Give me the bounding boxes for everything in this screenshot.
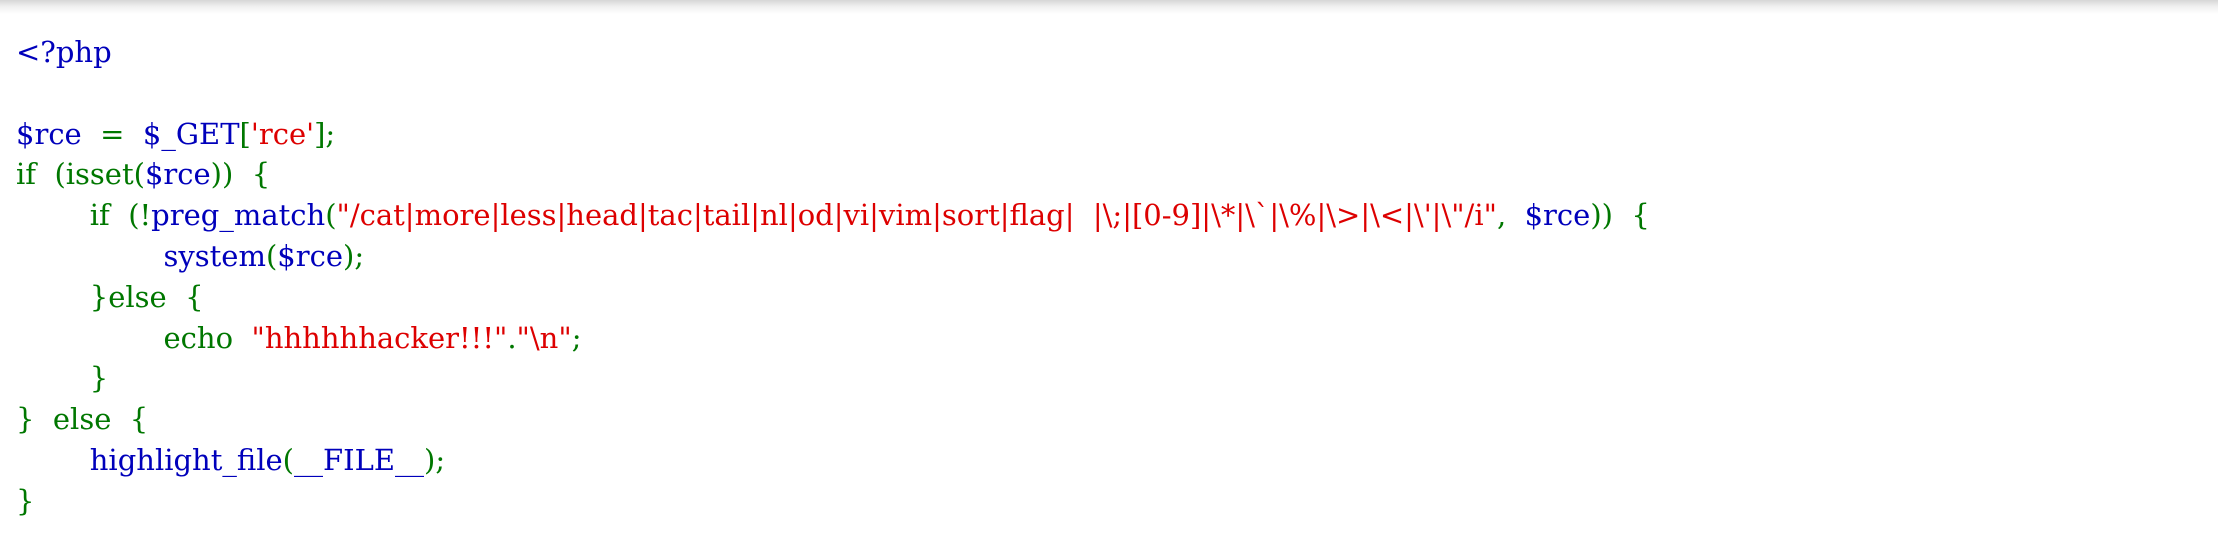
code-line: <?php: [16, 32, 1650, 73]
code-token-keyword: if (!: [16, 198, 152, 233]
code-line: system($rce);: [16, 236, 1650, 277]
code-token-keyword: echo: [16, 320, 252, 355]
top-edge-shadow: [0, 0, 2218, 14]
code-line: } else {: [16, 399, 1650, 440]
code-token-keyword: [16, 443, 90, 477]
code-token-keyword: }: [16, 361, 109, 396]
code-line: }else {: [16, 277, 1650, 318]
code-token-default: $rce: [16, 116, 101, 151]
code-token-keyword: (: [265, 238, 278, 273]
code-token-default: highlight_file: [89, 442, 283, 477]
code-token-keyword: [16, 239, 164, 273]
code-token-default: $rce: [144, 157, 211, 192]
code-line: $rce = $_GET['rce'];: [16, 114, 1650, 155]
code-token-keyword: }else {: [16, 279, 204, 314]
code-token-default: preg_match: [151, 198, 326, 233]
code-token-keyword: ;: [571, 320, 582, 355]
code-token-keyword: if (isset(: [16, 157, 145, 192]
code-line: }: [16, 481, 1650, 522]
code-token-default: $_GET: [142, 116, 240, 151]
code-token-default: $rce: [1524, 198, 1591, 233]
code-line: }: [16, 358, 1650, 399]
code-token-string: "/cat|more|less|head|tac|tail|nl|od|vi|v…: [336, 198, 1497, 233]
code-token-default: __FILE__: [294, 442, 425, 477]
code-token-keyword: );: [424, 442, 446, 477]
code-token-keyword: (: [325, 198, 337, 233]
code-token-keyword: )) {: [1590, 198, 1650, 233]
code-token-default: <?php: [16, 35, 112, 69]
code-token-default: system: [163, 238, 266, 273]
code-token-string: "hhhhhhacker!!!": [251, 320, 508, 355]
code-token-keyword: );: [343, 238, 365, 273]
code-line: highlight_file(__FILE__);: [16, 440, 1650, 481]
code-token-keyword: (: [282, 442, 294, 477]
code-token-string: "\n": [516, 320, 572, 355]
code-line: echo "hhhhhhacker!!!"."\n";: [16, 318, 1650, 359]
code-line: if (!preg_match("/cat|more|less|head|tac…: [16, 195, 1650, 236]
code-token-keyword: ];: [314, 116, 336, 151]
code-token-keyword: [: [239, 116, 251, 151]
code-token-keyword: )) {: [210, 157, 271, 192]
code-token-keyword: =: [100, 116, 143, 151]
code-token-keyword: ,: [1496, 198, 1525, 233]
code-token-keyword: } else {: [16, 402, 149, 437]
code-line: if (isset($rce)) {: [16, 154, 1650, 195]
code-token-keyword: .: [507, 320, 517, 355]
code-token-keyword: }: [16, 483, 35, 518]
php-source-code-view: <?php $rce = $_GET['rce']; if (isset($rce)…: [16, 32, 1650, 522]
code-token-default: $rce: [277, 238, 344, 273]
code-token-string: 'rce': [250, 116, 315, 151]
